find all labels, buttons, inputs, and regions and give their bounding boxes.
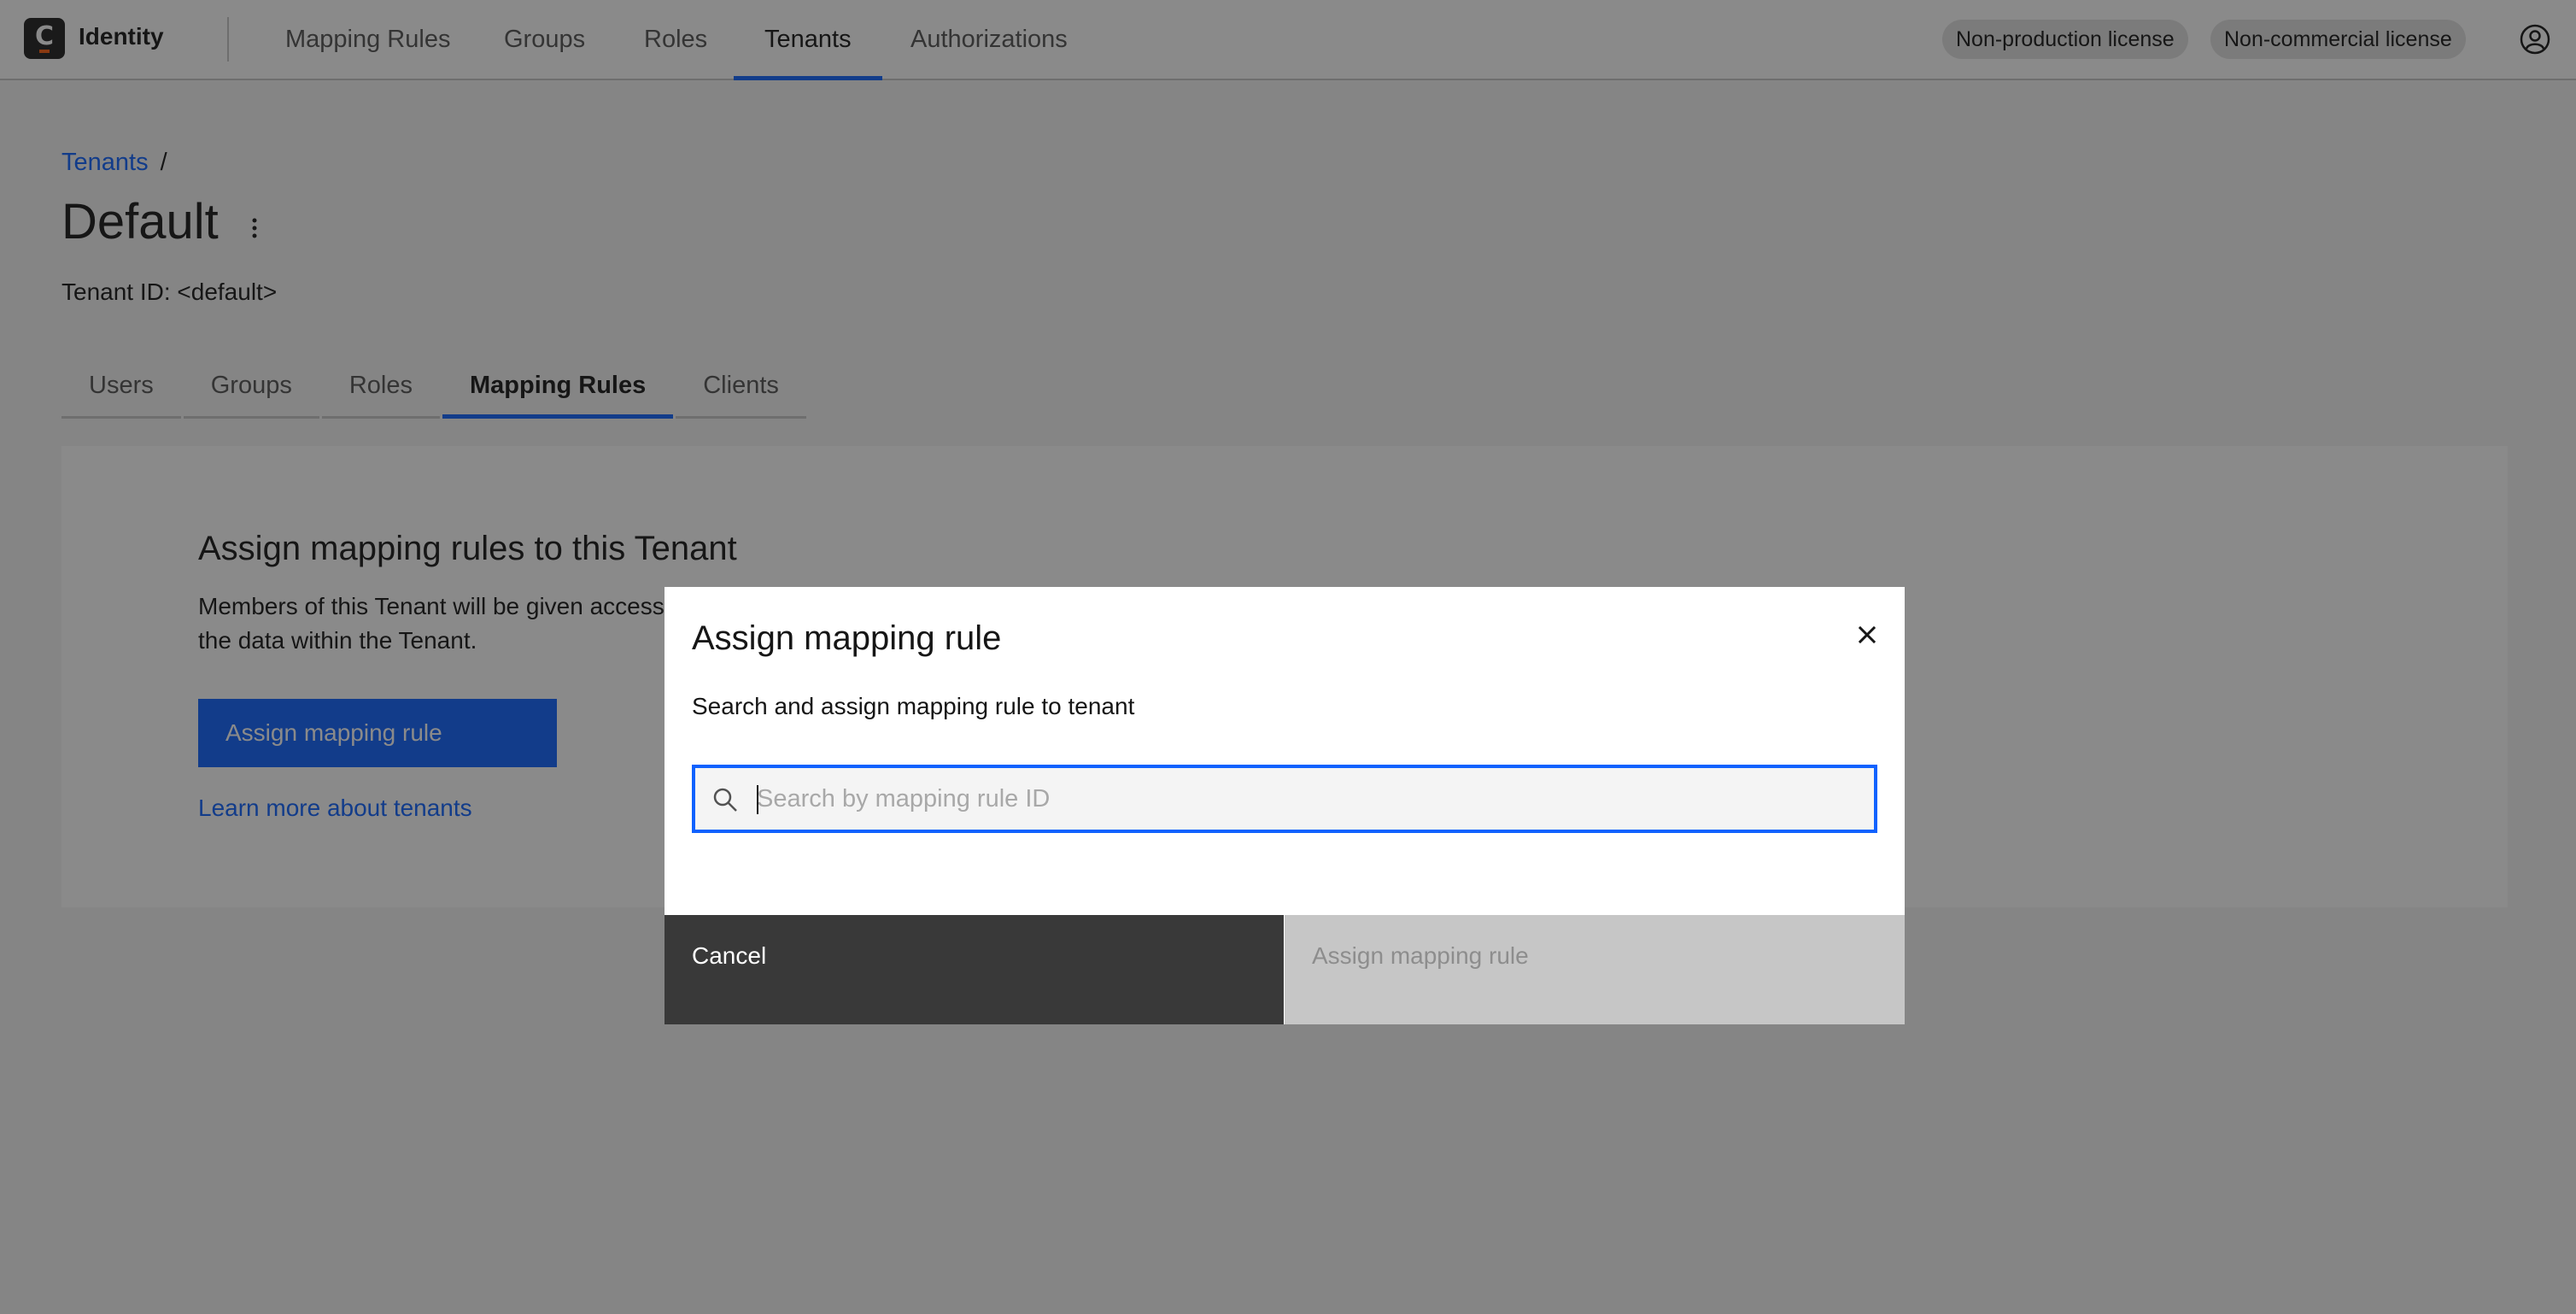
text-cursor: [757, 785, 758, 814]
assign-mapping-rule-modal: Assign mapping rule Search and assign ma…: [664, 587, 1905, 1024]
modal-title: Assign mapping rule: [692, 619, 1002, 657]
cancel-button[interactable]: Cancel: [664, 915, 1284, 1024]
assign-mapping-rule-submit-button[interactable]: Assign mapping rule: [1285, 915, 1905, 1024]
modal-description: Search and assign mapping rule to tenant: [692, 693, 1135, 719]
search-field[interactable]: [692, 765, 1877, 833]
search-icon: [713, 788, 737, 812]
close-icon[interactable]: [1848, 616, 1886, 654]
search-input[interactable]: [757, 768, 1867, 830]
